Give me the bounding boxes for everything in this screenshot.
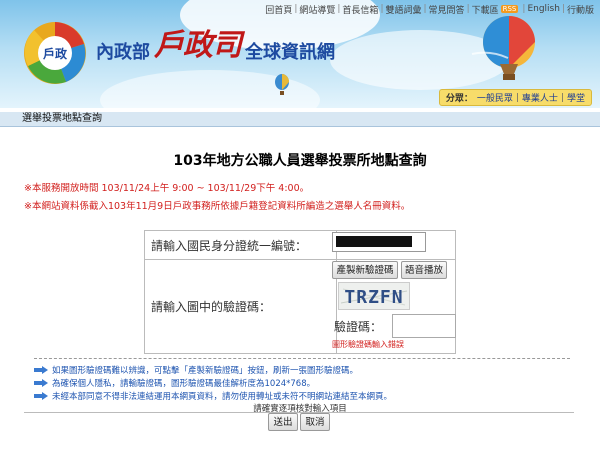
arrow-right-icon [34,366,48,374]
help-item: 如果圖形驗證碼難以辨識，可點擊「產製新驗證碼」按鈕，刷新一張圖形驗證碼。 [34,364,358,376]
service-hours-notice: ※本服務開放時間 103/11/24上午 9:00 ~ 103/11/29下午 … [24,183,310,194]
site-title-department: 戶政司 [154,28,242,63]
audio-play-button[interactable]: 語音播放 [401,261,447,279]
arrow-right-icon [34,392,48,400]
category-professionals[interactable]: 專業人士 [522,91,558,104]
help-text-captcha: 如果圖形驗證碼難以辨識，可點擊「產製新驗證碼」按鈕，刷新一張圖形驗證碼。 [52,366,359,376]
household-registration-logo-icon[interactable]: 戶政 [22,20,88,86]
topnav-mobile[interactable]: 行動版 [567,3,594,16]
captcha-input[interactable] [392,314,456,338]
redacted-id-value [336,236,412,247]
data-source-notice: ※本網站資料係截入103年11月9日戶政事務所依據戶籍登記資料所編造之選舉人名冊… [24,201,411,212]
site-title-ministry: 內政部 [96,42,150,63]
captcha-input-label: 驗證碼： [334,320,383,334]
topnav-home[interactable]: 回首頁 [265,3,292,16]
logo-text: 戶政 [43,46,68,61]
id-number-label: 請輸入國民身分證統一編號： [144,230,337,260]
rss-icon[interactable]: RSS [500,5,519,13]
breadcrumb: 選舉投票地點查詢 [0,112,600,127]
captcha-prompt-label: 請輸入圖中的驗證碼： [144,259,337,354]
topnav-english[interactable]: English [527,4,560,14]
audience-category-bar: 分眾： 一般民眾 | 專業人士 | 學堂 [438,89,592,106]
arrow-right-icon [34,379,48,387]
dashed-divider [34,358,570,359]
help-text-privacy: 為確保個人隱私，請輸驗證碼，圖形驗證碼最佳解析度為1024*768。 [52,379,316,389]
site-header: 回首頁 | 網站導覽 | 首長信箱 | 雙語詞彙 | 常見問答 | 下載區 RSS | En… [0,0,600,108]
divider-line [24,412,574,413]
help-text-linking: 未經本部同意不得非法連結運用本網頁資料，請勿使用轉址或未符不明網站連結至本網頁。 [52,392,393,402]
category-school[interactable]: 學堂 [567,91,585,104]
site-title[interactable]: 內政部 戶政司 全球資訊網 [96,24,335,64]
captcha-error-message: 圖形驗證碼輸入錯誤 [332,340,404,349]
topnav-glossary[interactable]: 雙語詞彙 [385,3,421,16]
captcha-text: TRZFN [344,287,403,308]
cancel-button[interactable]: 取消 [300,413,330,431]
topnav-sitemap[interactable]: 網站導覽 [299,3,335,16]
submit-button[interactable]: 送出 [268,413,298,431]
category-label: 分眾： [445,94,473,104]
topnav-mailbox[interactable]: 首長信箱 [342,3,378,16]
new-captcha-button[interactable]: 產製新驗證碼 [332,261,398,279]
small-balloon-icon [275,74,289,95]
help-item: 未經本部同意不得非法連結運用本網頁資料，請勿使用轉址或未符不明網站連結至本網頁。 [34,390,392,402]
page-title: 103年地方公職人員選舉投票所地點查詢 [173,153,427,169]
hot-air-balloon-icon [471,16,535,80]
help-item: 為確保個人隱私，請輸驗證碼，圖形驗證碼最佳解析度為1024*768。 [34,377,315,389]
topnav-faq[interactable]: 常見問答 [429,3,465,16]
captcha-image: TRZFN [338,282,410,310]
category-general-public[interactable]: 一般民眾 [477,91,513,104]
site-title-portal: 全球資訊網 [245,42,335,63]
